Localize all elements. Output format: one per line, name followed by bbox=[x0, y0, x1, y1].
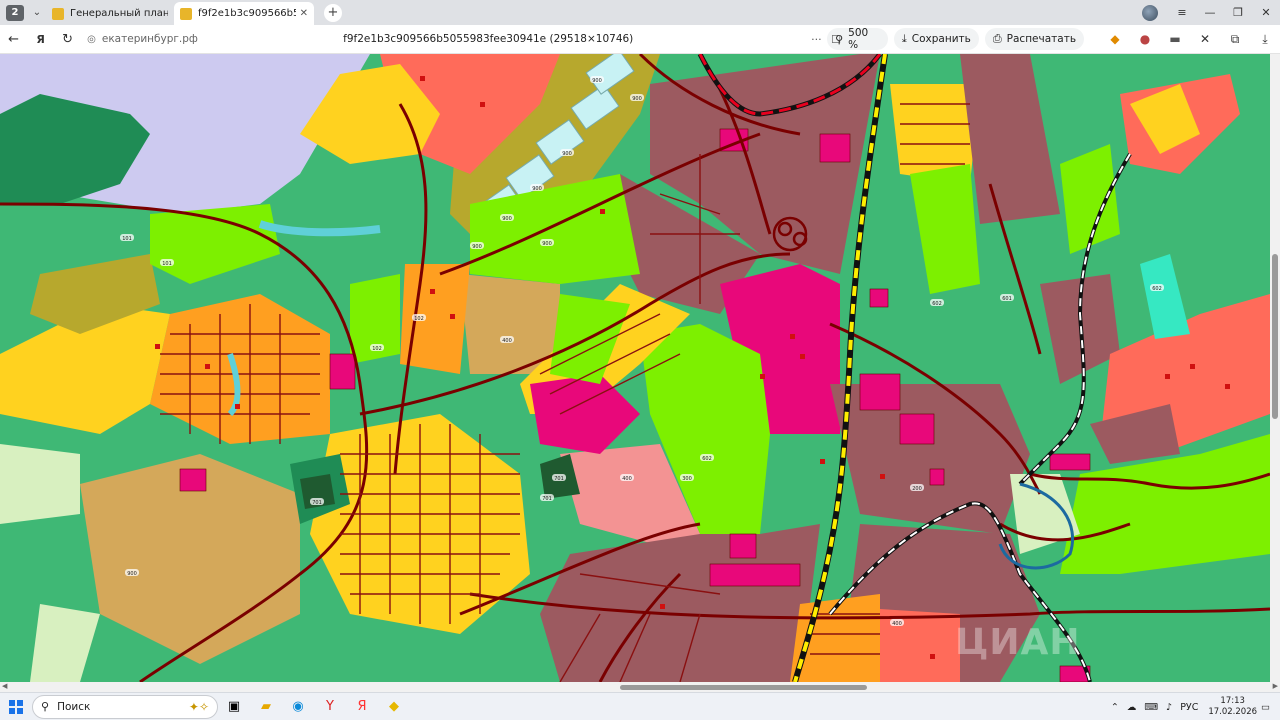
task-view-icon[interactable]: ▣ bbox=[218, 693, 250, 721]
zone-label: 701 bbox=[312, 500, 322, 506]
url-file: f9f2e1b3c909566b5055983fee30941e (29518×… bbox=[343, 33, 634, 45]
zone-label: 101 bbox=[122, 236, 132, 242]
zone-label: 900 bbox=[592, 78, 602, 84]
map-graphic: 900 900 900 900 900 900 900 701 701 601 … bbox=[0, 54, 1270, 682]
zone-label: 900 bbox=[542, 241, 552, 247]
zone-label: 400 bbox=[892, 621, 902, 627]
site-favicon-icon bbox=[180, 7, 192, 20]
back-arrow-icon[interactable]: ← bbox=[0, 27, 27, 51]
zone-label: 900 bbox=[632, 96, 642, 102]
yandex-icon[interactable]: Я bbox=[27, 27, 54, 51]
zone-label: 101 bbox=[162, 261, 172, 267]
zone-label: 602 bbox=[1152, 286, 1162, 292]
clock[interactable]: 17:13 17.02.2026 bbox=[1208, 696, 1257, 718]
zone-label: 400 bbox=[502, 338, 512, 344]
scroll-left-icon[interactable]: ◀ bbox=[2, 682, 7, 690]
url-domain: екатеринбург.рф bbox=[101, 33, 198, 45]
zoning-map-image[interactable]: 900 900 900 900 900 900 900 701 701 601 … bbox=[0, 54, 1270, 682]
tab-image[interactable]: f9f2e1b3c909566b5055 ✕ bbox=[174, 2, 314, 25]
extensions-icon[interactable]: ⧉ bbox=[1224, 28, 1246, 50]
tab-title: f9f2e1b3c909566b5055 bbox=[198, 8, 296, 19]
clock-time: 17:13 bbox=[1220, 696, 1245, 706]
network-icon[interactable]: ⌨ bbox=[1144, 702, 1158, 713]
print-button[interactable]: ⎙ Распечатать bbox=[984, 28, 1085, 50]
clock-date: 17.02.2026 bbox=[1208, 707, 1258, 717]
system-tray: ⌃ ☁ ⌨ ♪ РУС 17:13 17.02.2026 ▭ bbox=[1107, 693, 1274, 721]
windows-start-icon[interactable] bbox=[0, 693, 32, 721]
tab-general-plan[interactable]: Генеральный план (Терр bbox=[46, 2, 174, 25]
zone-label: 900 bbox=[532, 186, 542, 192]
yandex-icon[interactable]: Я bbox=[346, 693, 378, 721]
window-controls: ≡ — ❐ ✕ bbox=[1142, 0, 1280, 25]
file-explorer-icon[interactable]: ▰ bbox=[250, 693, 282, 721]
save-label: Сохранить bbox=[911, 33, 971, 45]
extension-icon[interactable]: ✕ bbox=[1194, 28, 1216, 50]
zone-label: 701 bbox=[542, 496, 552, 502]
zoom-level: 500 % bbox=[848, 27, 869, 51]
zone-label: 602 bbox=[932, 301, 942, 307]
language-indicator[interactable]: РУС bbox=[1180, 702, 1198, 713]
zone-label: 102 bbox=[414, 316, 424, 322]
bookmark-icon[interactable]: ☐ bbox=[831, 33, 841, 46]
minimize-icon[interactable]: — bbox=[1196, 6, 1224, 19]
zone-label: 900 bbox=[502, 216, 512, 222]
zone-label: 900 bbox=[472, 244, 482, 250]
download-icon: ⤓ bbox=[901, 32, 907, 45]
extensions-bar: ◆ ● ▬ ✕ ⧉ ⤓ bbox=[1100, 28, 1280, 50]
zone-label: 900 bbox=[127, 571, 137, 577]
zone-label: 602 bbox=[702, 456, 712, 462]
extension-icon[interactable]: ▬ bbox=[1164, 28, 1186, 50]
site-info-icon[interactable]: ◎ bbox=[87, 34, 96, 45]
chevron-down-icon[interactable]: ⌄ bbox=[28, 4, 46, 22]
volume-icon[interactable]: ♪ bbox=[1166, 702, 1172, 713]
watermark-logo: ЦИАН bbox=[955, 622, 1081, 663]
new-tab-button[interactable]: + bbox=[324, 3, 342, 22]
save-button[interactable]: ⤓ Сохранить bbox=[893, 28, 979, 50]
zone-label: 300 bbox=[682, 476, 692, 482]
notifications-icon[interactable]: ▭ bbox=[1261, 702, 1270, 713]
print-label: Распечатать bbox=[1006, 33, 1077, 45]
scroll-right-icon[interactable]: ▶ bbox=[1273, 682, 1278, 690]
zone-label: 200 bbox=[912, 486, 922, 492]
cloud-icon[interactable]: ☁ bbox=[1127, 702, 1137, 713]
taskbar-search[interactable]: ⚲ Поиск ✦✧ bbox=[32, 694, 218, 719]
scroll-thumb[interactable] bbox=[620, 685, 867, 690]
yandex-browser-icon[interactable]: Y bbox=[314, 693, 346, 721]
horizontal-scrollbar[interactable]: ◀ ▶ bbox=[0, 682, 1280, 692]
search-placeholder: Поиск bbox=[57, 700, 91, 713]
scroll-thumb[interactable] bbox=[1272, 254, 1278, 419]
restore-icon[interactable]: ❐ bbox=[1224, 6, 1252, 19]
address-bar[interactable]: ◎ екатеринбург.рф f9f2e1b3c909566b505598… bbox=[87, 28, 841, 50]
yandex-music-icon[interactable]: ◆ bbox=[378, 693, 410, 721]
close-tab-icon[interactable]: ✕ bbox=[300, 8, 308, 19]
navigation-bar: ← Я ↻ ◎ екатеринбург.рф f9f2e1b3c909566b… bbox=[0, 25, 1280, 54]
printer-icon: ⎙ bbox=[992, 32, 1002, 45]
extension-icon[interactable]: ● bbox=[1134, 28, 1156, 50]
zone-label: 601 bbox=[1002, 296, 1012, 302]
zone-label: 900 bbox=[562, 151, 572, 157]
zone-label: 102 bbox=[372, 346, 382, 352]
taskbar: ⚲ Поиск ✦✧ ▣ ▰ ◉ Y Я ◆ ⌃ ☁ ⌨ ♪ РУС 17:13… bbox=[0, 692, 1280, 720]
close-window-icon[interactable]: ✕ bbox=[1252, 6, 1280, 19]
vertical-scrollbar[interactable] bbox=[1270, 54, 1280, 682]
profile-avatar[interactable] bbox=[1142, 4, 1158, 21]
downloads-icon[interactable]: ⤓ bbox=[1254, 28, 1276, 50]
tab-title: Генеральный план (Терр bbox=[70, 8, 168, 19]
reload-icon[interactable]: ↻ bbox=[54, 27, 81, 51]
more-icon[interactable]: ··· bbox=[811, 33, 822, 46]
shield-icon[interactable]: ◆ bbox=[1104, 28, 1126, 50]
search-icon: ⚲ bbox=[41, 700, 50, 713]
tab-strip: 2 ⌄ Генеральный план (Терр f9f2e1b3c9095… bbox=[0, 0, 1280, 25]
site-favicon-icon bbox=[52, 7, 64, 20]
zone-label: 701 bbox=[554, 476, 564, 482]
edge-browser-icon[interactable]: ◉ bbox=[282, 693, 314, 721]
copilot-sparkle-icon: ✦✧ bbox=[188, 699, 209, 714]
menu-icon[interactable]: ≡ bbox=[1168, 6, 1196, 19]
tab-count-badge[interactable]: 2 bbox=[6, 4, 24, 21]
chevron-up-icon[interactable]: ⌃ bbox=[1111, 702, 1119, 713]
zone-label: 400 bbox=[622, 476, 632, 482]
